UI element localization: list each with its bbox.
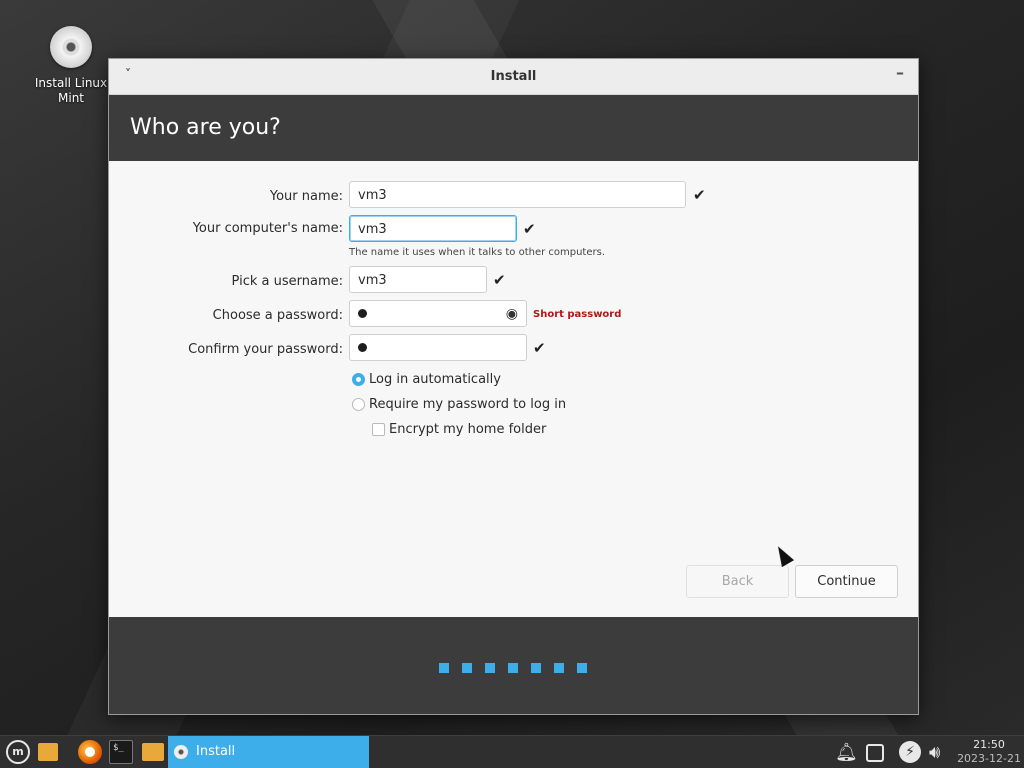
progress-step (577, 663, 587, 673)
your-name-label: Your name: (269, 189, 343, 204)
taskbar-item-install[interactable]: Install (168, 736, 369, 768)
desktop-icon-label: Install Linux Mint (34, 76, 108, 105)
encrypt-home-label[interactable]: Encrypt my home folder (389, 422, 546, 437)
progress-band (109, 617, 918, 714)
back-button[interactable]: Back (686, 565, 789, 598)
desktop-icon-install-linux-mint[interactable]: Install Linux Mint (32, 26, 110, 106)
login-automatically-label[interactable]: Log in automatically (369, 372, 501, 387)
volume-icon[interactable]: 🔊︎ (929, 742, 940, 763)
username-label: Pick a username: (231, 274, 343, 289)
confirm-password-input[interactable] (349, 334, 527, 361)
firefox-icon[interactable] (78, 740, 102, 764)
title-bar: ˅ Install – (109, 59, 918, 95)
install-disc-icon (174, 745, 188, 759)
password-mask-dot (358, 309, 367, 318)
clock-date: 2023-12-21 (957, 752, 1021, 765)
progress-step (485, 663, 495, 673)
page-heading-band: Who are you? (109, 95, 918, 161)
encrypt-home-checkbox[interactable] (372, 423, 385, 436)
confirm-password-check-icon: ✔ (533, 339, 546, 357)
minimize-icon[interactable]: – (896, 63, 904, 82)
confirm-password-label: Confirm your password: (188, 342, 343, 357)
user-form: Your name: vm3 ✔ Your computer's name: v… (109, 161, 918, 618)
progress-step (462, 663, 472, 673)
progress-step (439, 663, 449, 673)
page-title: Who are you? (130, 115, 281, 140)
confirm-password-mask-dot (358, 343, 367, 352)
username-input[interactable]: vm3 (349, 266, 487, 293)
show-password-eye-icon[interactable]: ◉ (506, 306, 518, 322)
power-icon[interactable]: ⚡︎ (899, 741, 921, 763)
files-folder-icon[interactable] (142, 743, 164, 761)
disc-icon (50, 26, 92, 68)
taskbar: m $_ Install 🔔︎ ⚡︎ 🔊︎ 21:50 2023-12-21 (0, 735, 1024, 768)
terminal-icon[interactable]: $_ (109, 740, 133, 764)
window-title: Install (490, 69, 537, 84)
bell-icon[interactable]: 🔔︎ (835, 742, 858, 763)
username-check-icon: ✔ (493, 271, 506, 289)
your-name-input[interactable]: vm3 (349, 181, 686, 208)
progress-step (531, 663, 541, 673)
password-strength-warning: Short password (533, 309, 622, 320)
login-automatically-radio[interactable] (352, 373, 365, 386)
computer-name-label: Your computer's name: (192, 221, 343, 236)
password-label: Choose a password: (212, 308, 343, 323)
installer-window: ˅ Install – Who are you? Your name: vm3 … (108, 58, 919, 715)
progress-step (554, 663, 564, 673)
progress-step (508, 663, 518, 673)
computer-name-check-icon: ✔ (523, 220, 536, 238)
progress-indicator (439, 658, 600, 677)
your-name-check-icon: ✔ (693, 186, 706, 204)
clock[interactable]: 21:50 2023-12-21 (957, 738, 1021, 766)
continue-button[interactable]: Continue (795, 565, 898, 598)
require-password-label[interactable]: Require my password to log in (369, 397, 566, 412)
taskbar-item-label: Install (196, 744, 236, 759)
password-input[interactable]: ◉ (349, 300, 527, 327)
clock-time: 21:50 (973, 738, 1005, 751)
window-list-icon[interactable] (866, 744, 884, 762)
mint-menu-icon[interactable]: m (6, 740, 30, 764)
show-desktop-icon[interactable] (38, 743, 58, 761)
computer-name-input[interactable]: vm3 (349, 215, 517, 242)
require-password-radio[interactable] (352, 398, 365, 411)
computer-name-hint: The name it uses when it talks to other … (349, 247, 606, 258)
